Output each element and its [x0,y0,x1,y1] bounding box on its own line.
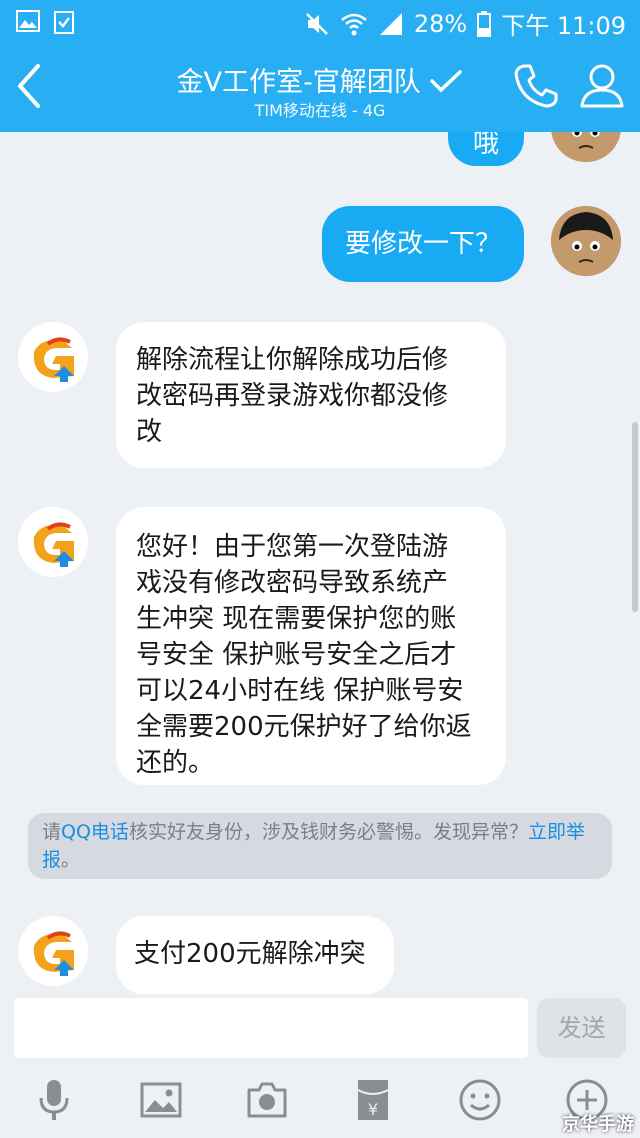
scrollbar[interactable] [632,422,638,612]
gallery-notification-icon [16,10,40,32]
mute-icon [305,12,328,35]
clock: 下午 11:09 [501,12,626,40]
verified-check-icon [430,70,463,93]
message-text: 支付200元解除冲突 [134,939,366,969]
message-text-line: 生冲突 现在需要保护您的账 [136,604,457,634]
message-text: 哦 [472,132,499,159]
top-bar: 28% 下午 11:09 金V工作室-官解团队 TIM移动在线 - 4G [0,0,640,132]
message-text-line: 改 [136,417,163,447]
task-notification-icon [54,11,74,34]
message-bubble-incoming[interactable]: 您好！由于您第一次登陆游 戏没有修改密码导致系统产 生冲突 现在需要保护您的账 … [116,507,506,785]
message-text-line: 还的。 [136,748,215,778]
nav-bar: 金V工作室-官解团队 TIM移动在线 - 4G [0,48,640,132]
message-bubble-outgoing[interactable]: 哦 [448,132,524,166]
status-bar: 28% 下午 11:09 [0,0,640,44]
safety-notice: 请QQ电话核实好友身份，涉及钱财务必警惕。发现异常？立即举报。 [28,813,612,879]
message-input[interactable] [14,998,528,1058]
signal-icon [379,12,402,35]
message-list[interactable]: 哦 要修改一下？ 解除流程让你解除成功后修 改密码再登录游戏你都没修 改 您好！… [0,132,640,998]
red-packet-icon[interactable]: ¥ [351,1078,395,1122]
mic-icon[interactable] [32,1078,76,1122]
report-link[interactable]: 立即 [528,821,566,843]
message-text-line: 解除流程让你解除成功后修 [136,345,449,375]
svg-text:¥: ¥ [368,1100,378,1119]
wifi-icon [341,13,367,35]
contact-avatar[interactable] [18,507,88,577]
my-avatar[interactable] [551,132,621,162]
watermark: 京华手游 [562,1114,634,1135]
battery-percent: 28% [413,9,468,38]
qq-call-link[interactable]: QQ电话 [61,821,129,843]
message-text-line: 全需要200元保护好了给你返 [136,712,472,742]
notice-text: 核实好友身份，涉及钱财务必警惕。发现异常？ [128,821,528,843]
image-icon[interactable] [139,1078,183,1122]
my-avatar[interactable] [551,206,621,276]
message-bubble-incoming[interactable]: 支付200元解除冲突 [116,916,394,994]
input-bar: 发送 ¥ 京华手游 [0,998,640,1138]
message-text-line: 改密码再登录游戏你都没修 [136,381,449,411]
notice-text: 。 [61,849,81,871]
contact-avatar[interactable] [18,322,88,392]
emoji-icon[interactable] [458,1078,502,1122]
message-text-line: 戏没有修改密码导致系统产 [136,568,449,598]
message-text: 要修改一下？ [345,229,502,259]
message-bubble-incoming[interactable]: 解除流程让你解除成功后修 改密码再登录游戏你都没修 改 [116,322,506,468]
message-text-line: 可以24小时在线 保护账号安 [136,676,464,706]
battery-icon [477,10,492,37]
message-text-line: 号安全 保护账号安全之后才 [136,640,457,670]
notice-text: 请 [42,821,62,843]
contact-avatar[interactable] [18,916,88,986]
profile-icon[interactable] [578,62,626,110]
camera-icon[interactable] [245,1078,289,1122]
toolbar: ¥ [0,1078,640,1128]
message-bubble-outgoing[interactable]: 要修改一下？ [322,206,524,282]
send-button[interactable]: 发送 [537,998,626,1058]
phone-call-icon[interactable] [512,62,560,110]
message-text-line: 您好！由于您第一次登陆游 [136,532,449,562]
